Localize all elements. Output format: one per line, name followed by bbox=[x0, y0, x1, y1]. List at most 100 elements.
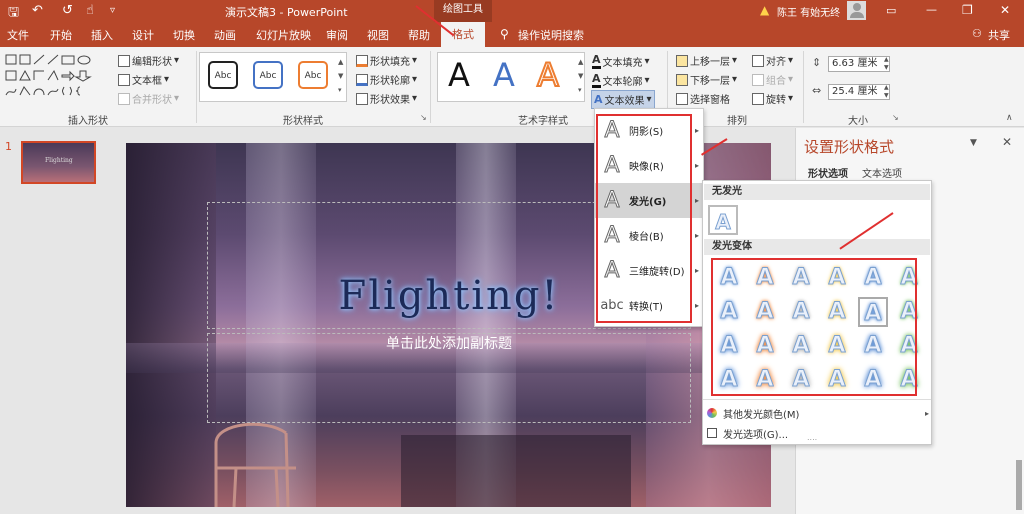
text-outline-button[interactable]: A 文本轮廓 ▾ bbox=[592, 72, 650, 88]
merge-shapes-button[interactable]: 合并形状 ▾ bbox=[118, 91, 179, 106]
text-outline-icon: A bbox=[592, 72, 601, 88]
shape-fill-button[interactable]: 形状填充 ▾ bbox=[356, 53, 417, 68]
collapse-ribbon-icon[interactable]: ∧ bbox=[1006, 113, 1013, 123]
width-spinner[interactable]: ▲ ▼ bbox=[884, 84, 889, 100]
wordart-sample-black[interactable]: A bbox=[448, 55, 470, 95]
tab-help[interactable]: 帮助 bbox=[408, 27, 430, 43]
bring-forward-label: 上移一层 bbox=[690, 57, 730, 68]
shape-style-sample-2[interactable]: Abc bbox=[253, 61, 283, 89]
title-bar: 🖫 ↶ ↺ ☝ ▿ 演示文稿3 - PowerPoint 绘图工具 ▲ 陈王 有… bbox=[0, 0, 1024, 22]
minimize-button[interactable]: — bbox=[926, 3, 937, 16]
align-button[interactable]: 对齐 ▾ bbox=[752, 53, 793, 68]
more-glow-colors-item[interactable]: 其他发光颜色(M) ▸ bbox=[707, 405, 929, 421]
wordart-sample-orange[interactable]: A bbox=[536, 55, 560, 95]
edit-shape-label: 编辑形状 bbox=[132, 57, 172, 68]
text-fill-button[interactable]: A 文本填充 ▾ bbox=[592, 53, 650, 69]
shape-style-sample-1[interactable]: Abc bbox=[208, 61, 238, 89]
tab-slideshow[interactable]: 幻灯片放映 bbox=[256, 27, 311, 43]
tab-format[interactable]: 格式 bbox=[441, 22, 485, 47]
app-name: PowerPoint bbox=[286, 6, 348, 19]
lightbulb-icon: ⚲ bbox=[500, 27, 509, 41]
text-fill-label: 文本填充 bbox=[602, 57, 643, 69]
scrollbar[interactable] bbox=[1016, 460, 1022, 510]
no-glow-option[interactable]: A bbox=[708, 205, 738, 235]
bring-forward-icon bbox=[676, 54, 688, 67]
wordart-scroll-icon[interactable]: ▲ ▼ ▾ bbox=[578, 55, 583, 97]
ribbon-options-icon[interactable]: ▭ bbox=[886, 4, 896, 17]
height-input[interactable]: 6.63 厘米 bbox=[828, 56, 890, 72]
tab-home[interactable]: 开始 bbox=[50, 27, 72, 43]
tab-review[interactable]: 审阅 bbox=[326, 27, 348, 43]
shape-fill-label: 形状填充 bbox=[370, 57, 410, 68]
glow-options-label: 发光选项(G)... bbox=[723, 429, 789, 441]
merge-shapes-label: 合并形状 bbox=[132, 95, 172, 106]
close-button[interactable]: ✕ bbox=[1000, 3, 1010, 17]
annotation-box-glow-grid bbox=[711, 258, 917, 396]
width-input[interactable]: 25.4 厘米 bbox=[828, 84, 890, 100]
slide-subtitle[interactable]: 单击此处添加副标题 bbox=[207, 333, 691, 353]
tab-file[interactable]: 文件 bbox=[7, 27, 29, 43]
text-effects-icon: A bbox=[594, 93, 603, 106]
submenu-arrow-icon: ▸ bbox=[924, 408, 929, 418]
ribbon-tabs: 文件 开始 插入 设计 切换 动画 幻灯片放映 审阅 视图 帮助 格式 ⚲ 操作… bbox=[0, 22, 1024, 47]
wordart-sample-blue[interactable]: A bbox=[493, 55, 515, 95]
shape-gallery[interactable] bbox=[4, 53, 108, 99]
tab-insert[interactable]: 插入 bbox=[91, 27, 113, 43]
pane-options-icon[interactable]: ▼ bbox=[970, 138, 977, 148]
undo-icon[interactable]: ↶ bbox=[32, 3, 43, 18]
customize-qat-icon[interactable]: ▿ bbox=[110, 5, 115, 16]
share-icon[interactable]: ⚇ bbox=[972, 27, 982, 40]
annotation-box-menu bbox=[596, 114, 692, 323]
group-button[interactable]: 组合 ▾ bbox=[752, 72, 793, 87]
text-effects-button[interactable]: A 文本效果 ▾ bbox=[591, 90, 655, 109]
send-backward-icon bbox=[676, 73, 688, 86]
dialog-launcher-icon[interactable]: ↘ bbox=[420, 113, 427, 122]
resize-grip[interactable]: .... bbox=[807, 433, 817, 442]
size-dialog-launcher-icon[interactable]: ↘ bbox=[892, 113, 899, 122]
avatar[interactable] bbox=[847, 1, 866, 20]
shape-outline-button[interactable]: 形状轮廓 ▾ bbox=[356, 72, 417, 87]
group-label-wordart-styles: 艺术字样式 bbox=[518, 116, 568, 127]
redo-icon[interactable]: ↺ bbox=[62, 3, 73, 18]
bring-forward-button[interactable]: 上移一层 ▾ bbox=[676, 53, 737, 68]
selection-pane-button[interactable]: 选择窗格 bbox=[676, 91, 730, 106]
user-name[interactable]: 陈王 有始无终 bbox=[777, 4, 840, 19]
slide-thumbnail[interactable]: Flighting bbox=[21, 141, 96, 184]
text-outline-label: 文本轮廓 bbox=[602, 76, 643, 88]
selection-pane-label: 选择窗格 bbox=[690, 95, 730, 106]
glow-options-item[interactable]: 发光选项(G)... bbox=[707, 425, 929, 441]
rotate-icon bbox=[752, 92, 764, 105]
glow-variants-header: 发光变体 bbox=[704, 239, 930, 255]
tab-design[interactable]: 设计 bbox=[132, 27, 154, 43]
shape-style-sample-3[interactable]: Abc bbox=[298, 61, 328, 89]
divider bbox=[703, 399, 931, 400]
curtain-left bbox=[126, 143, 216, 507]
tab-transitions[interactable]: 切换 bbox=[173, 27, 195, 43]
color-wheel-icon bbox=[707, 408, 717, 418]
send-backward-button[interactable]: 下移一层 ▾ bbox=[676, 72, 737, 87]
restore-button[interactable]: ❐ bbox=[962, 3, 973, 17]
group-label-arrange: 排列 bbox=[727, 116, 747, 127]
group-icon bbox=[752, 73, 764, 86]
tab-text-options[interactable]: 文本选项 bbox=[862, 165, 902, 180]
paint-bucket-icon bbox=[356, 54, 368, 67]
pane-close-icon[interactable]: ✕ bbox=[1002, 135, 1012, 149]
drawing-tools-context: 绘图工具 bbox=[434, 0, 492, 22]
tab-view[interactable]: 视图 bbox=[367, 27, 389, 43]
send-backward-label: 下移一层 bbox=[690, 76, 730, 87]
tab-shape-options[interactable]: 形状选项 bbox=[808, 165, 848, 180]
height-spinner[interactable]: ▲ ▼ bbox=[884, 56, 889, 72]
edit-shape-button[interactable]: 编辑形状 ▾ bbox=[118, 53, 179, 68]
text-box-button[interactable]: 文本框 ▾ bbox=[118, 72, 169, 87]
group-separator bbox=[803, 51, 804, 123]
group-separator bbox=[196, 51, 197, 123]
tell-me-search[interactable]: 操作说明搜索 bbox=[518, 27, 584, 43]
rotate-button[interactable]: 旋转 ▾ bbox=[752, 91, 793, 106]
shape-effects-button[interactable]: 形状效果 ▾ bbox=[356, 91, 417, 106]
thumbnail-title: Flighting bbox=[45, 157, 73, 164]
align-icon bbox=[752, 54, 764, 67]
gallery-scroll-icon[interactable]: ▲ ▼ ▾ bbox=[338, 55, 343, 97]
tab-animations[interactable]: 动画 bbox=[214, 27, 236, 43]
touch-mode-icon[interactable]: ☝ bbox=[86, 3, 94, 18]
share-button[interactable]: 共享 bbox=[988, 27, 1010, 43]
